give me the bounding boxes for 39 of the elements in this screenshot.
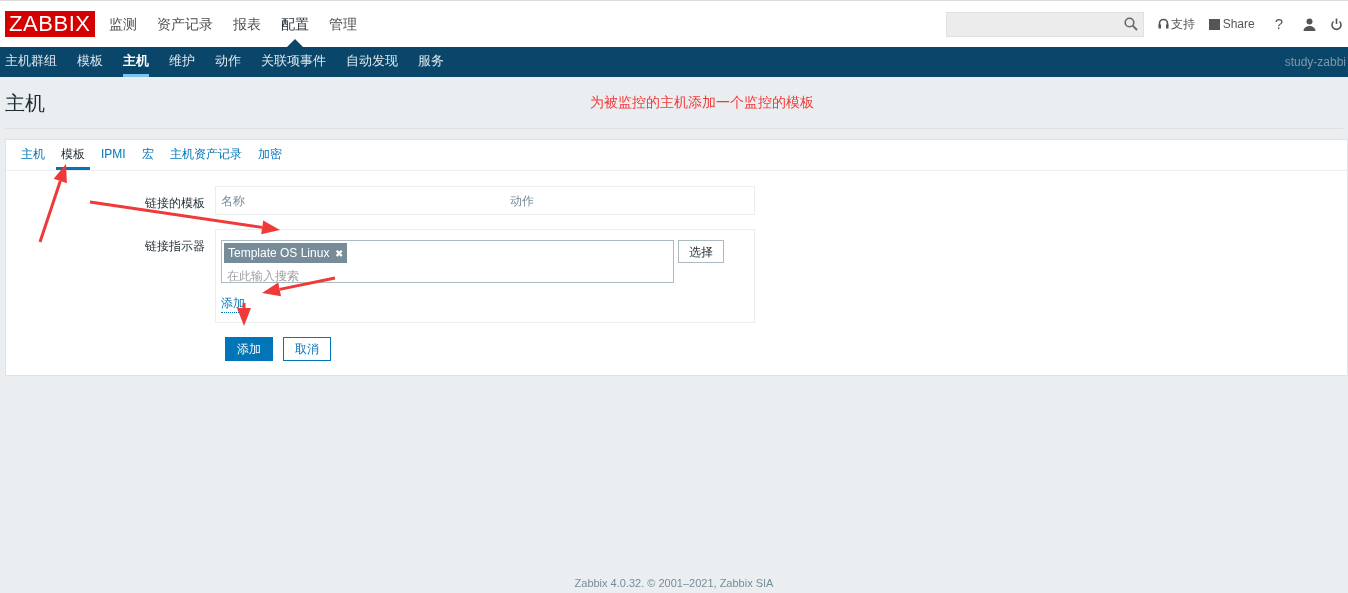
menu-item[interactable]: 监测	[108, 13, 137, 35]
subnav-item[interactable]: 自动发现	[346, 47, 398, 77]
tab[interactable]: IPMI	[96, 140, 131, 170]
support-link[interactable]: 支持	[1157, 15, 1195, 33]
logo[interactable]: ZABBIX	[5, 11, 95, 37]
page-title: 主机	[5, 90, 46, 116]
add-button[interactable]: 添加	[225, 337, 273, 361]
subnav-item[interactable]: 动作	[215, 47, 241, 77]
cancel-button[interactable]: 取消	[283, 337, 331, 361]
field-label: 链接的模板	[145, 196, 205, 210]
subnav-item[interactable]: 服务	[418, 47, 444, 77]
power-icon[interactable]	[1330, 17, 1343, 31]
select-button[interactable]: 选择	[678, 240, 724, 263]
server-name: study-zabbi	[1284, 54, 1346, 71]
subnav-item[interactable]: 主机	[123, 47, 149, 77]
search-icon	[1123, 17, 1138, 31]
share-link[interactable]: Share	[1208, 15, 1255, 33]
footer-text: Zabbix 4.0.32. © 2001–2021, Zabbix SIA	[573, 575, 775, 591]
field-label: 链接指示器	[145, 239, 205, 253]
tab[interactable]: 加密	[252, 140, 287, 170]
headset-icon	[1157, 18, 1169, 30]
subnav-item[interactable]: 关联项事件	[261, 47, 326, 77]
search-field[interactable]	[945, 11, 1144, 37]
tab[interactable]: 主机	[16, 140, 50, 170]
subnav-item[interactable]: 主机群组	[5, 47, 57, 77]
search-input[interactable]: 在此输入搜索	[224, 267, 664, 285]
subnav-item[interactable]: 维护	[169, 47, 195, 77]
tab[interactable]: 宏	[136, 140, 159, 170]
help-link[interactable]: ?	[1268, 12, 1289, 36]
template-tag: Template OS Linux ✖	[224, 243, 348, 263]
menu-item[interactable]: 资产记录	[156, 13, 213, 35]
subnav-item[interactable]: 模板	[77, 47, 103, 77]
user-icon[interactable]	[1303, 17, 1316, 31]
tab[interactable]: 主机资产记录	[164, 140, 247, 170]
menu-item[interactable]: 报表	[232, 13, 261, 35]
menu-item[interactable]: 管理	[328, 13, 357, 35]
column-header: 动作	[510, 192, 534, 210]
annotation-text: 为被监控的主机添加一个监控的模板	[590, 93, 814, 112]
column-header: 名称	[221, 192, 246, 210]
